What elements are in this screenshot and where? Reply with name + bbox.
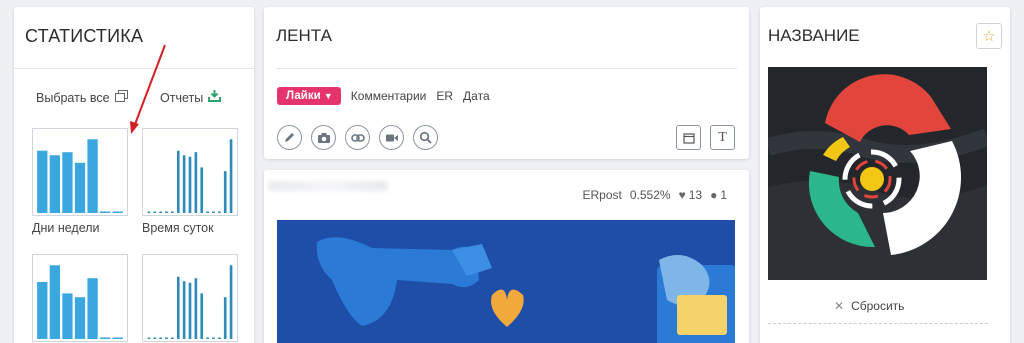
comments: ● 1 [710, 188, 727, 202]
profile-image [768, 67, 987, 280]
chart-bar [112, 211, 123, 213]
text-format-button[interactable]: T [710, 125, 735, 150]
chart-bar [37, 282, 48, 339]
chart-bar [171, 337, 174, 339]
chart-bar [74, 297, 86, 339]
chart-bar [171, 211, 174, 213]
blurred-author [268, 181, 388, 191]
chart-bar [218, 337, 221, 339]
stats-panel: СТАТИСТИКА Выбрать все Отчеты Дни недели… [14, 7, 254, 343]
chart-bar [176, 276, 180, 339]
divider [14, 68, 254, 69]
chart-bar [99, 211, 111, 213]
chart-bar [182, 155, 186, 213]
chart-bar [99, 337, 111, 339]
chart-bar [194, 278, 198, 339]
comment-icon: ● [710, 188, 718, 202]
heart-icon: ♥ [678, 188, 686, 202]
reset-label: Сбросить [851, 299, 905, 313]
chart-bar [223, 171, 227, 213]
chart-bar [153, 337, 157, 339]
dashed-divider [768, 323, 988, 324]
chart-bar [147, 211, 151, 213]
erpost-label: ERpost [582, 188, 622, 202]
chart-bar [200, 167, 204, 213]
star-icon[interactable]: ☆ [976, 23, 1002, 49]
erpost-value: 0.552% [629, 188, 671, 202]
camera-icon[interactable] [311, 125, 336, 150]
chart-weekdays[interactable] [32, 128, 128, 216]
chart-bar [165, 211, 168, 213]
chart-bar [182, 281, 186, 339]
chart-bar [159, 211, 162, 213]
caret-down-icon: ▼ [323, 91, 333, 101]
chart-bar [159, 337, 162, 339]
chart-3[interactable] [32, 254, 128, 342]
chart-bar [37, 150, 48, 213]
sort-likes-label: Лайки [286, 90, 321, 102]
post-card: ERpost 0.552% ♥ 13 ● 1 [264, 170, 749, 343]
chart-bar [112, 337, 123, 339]
select-all-button[interactable]: Выбрать все [36, 90, 128, 105]
chart-bar [223, 297, 227, 339]
copy-icon [114, 90, 128, 105]
sort-er[interactable]: ER [436, 89, 453, 103]
chart-bar [87, 278, 98, 339]
name-panel: НАЗВАНИЕ ☆ ✕ Сбросить [760, 7, 1010, 343]
chart-bar [206, 211, 209, 213]
feed-title: ЛЕНТА [276, 26, 332, 45]
chart-bar [229, 139, 233, 213]
post-meta: ERpost 0.552% ♥ 13 ● 1 [583, 188, 727, 202]
chart-bar [62, 293, 73, 339]
chart-bar [165, 337, 168, 339]
divider [276, 68, 737, 69]
link-icon[interactable] [345, 125, 370, 150]
reports-label: Отчеты [160, 90, 204, 105]
likes-count: 13 [688, 188, 703, 202]
search-icon[interactable] [413, 125, 438, 150]
comments-count: 1 [720, 188, 727, 202]
chart-time-of-day[interactable] [142, 128, 238, 216]
chart-bar [229, 265, 233, 339]
feed-panel: ЛЕНТА Лайки ▼ Комментарии ER Дата T [264, 7, 749, 159]
chart-time-of-day-label: Время суток [142, 221, 214, 235]
post-tools [277, 125, 438, 150]
chart-bar [153, 211, 157, 213]
chart-bar [206, 337, 209, 339]
reports-button[interactable]: Отчеты [160, 90, 222, 105]
chart-bar [188, 282, 192, 339]
sort-comments[interactable]: Комментарии [351, 89, 427, 103]
name-title: НАЗВАНИЕ [768, 26, 860, 45]
chart-bar [212, 211, 215, 213]
sort-likes-button[interactable]: Лайки ▼ [277, 87, 341, 105]
chart-weekdays-label: Дни недели [32, 221, 100, 235]
chart-bar [49, 265, 61, 339]
pencil-icon[interactable] [277, 125, 302, 150]
chart-bar [212, 337, 215, 339]
chart-bar [147, 337, 151, 339]
reset-button[interactable]: ✕ Сбросить [834, 299, 904, 313]
chart-bar [87, 139, 98, 213]
stats-title: СТАТИСТИКА [25, 26, 144, 46]
download-icon [208, 90, 222, 105]
post-image[interactable] [277, 220, 735, 343]
chart-bar [218, 211, 221, 213]
likes: ♥ 13 [679, 188, 702, 202]
chart-bar [200, 293, 204, 339]
chart-bar [188, 156, 192, 213]
chart-bar [62, 152, 73, 213]
chart-bar [49, 155, 61, 213]
chart-bar [176, 150, 180, 213]
video-icon[interactable] [379, 125, 404, 150]
chart-bar [74, 162, 86, 213]
sort-date[interactable]: Дата [463, 89, 490, 103]
chart-bar [194, 152, 198, 213]
select-all-label: Выбрать все [36, 90, 110, 105]
close-icon: ✕ [834, 299, 845, 313]
chart-4[interactable] [142, 254, 238, 342]
calendar-icon[interactable] [676, 125, 701, 150]
sort-row: Лайки ▼ Комментарии ER Дата [277, 87, 490, 105]
